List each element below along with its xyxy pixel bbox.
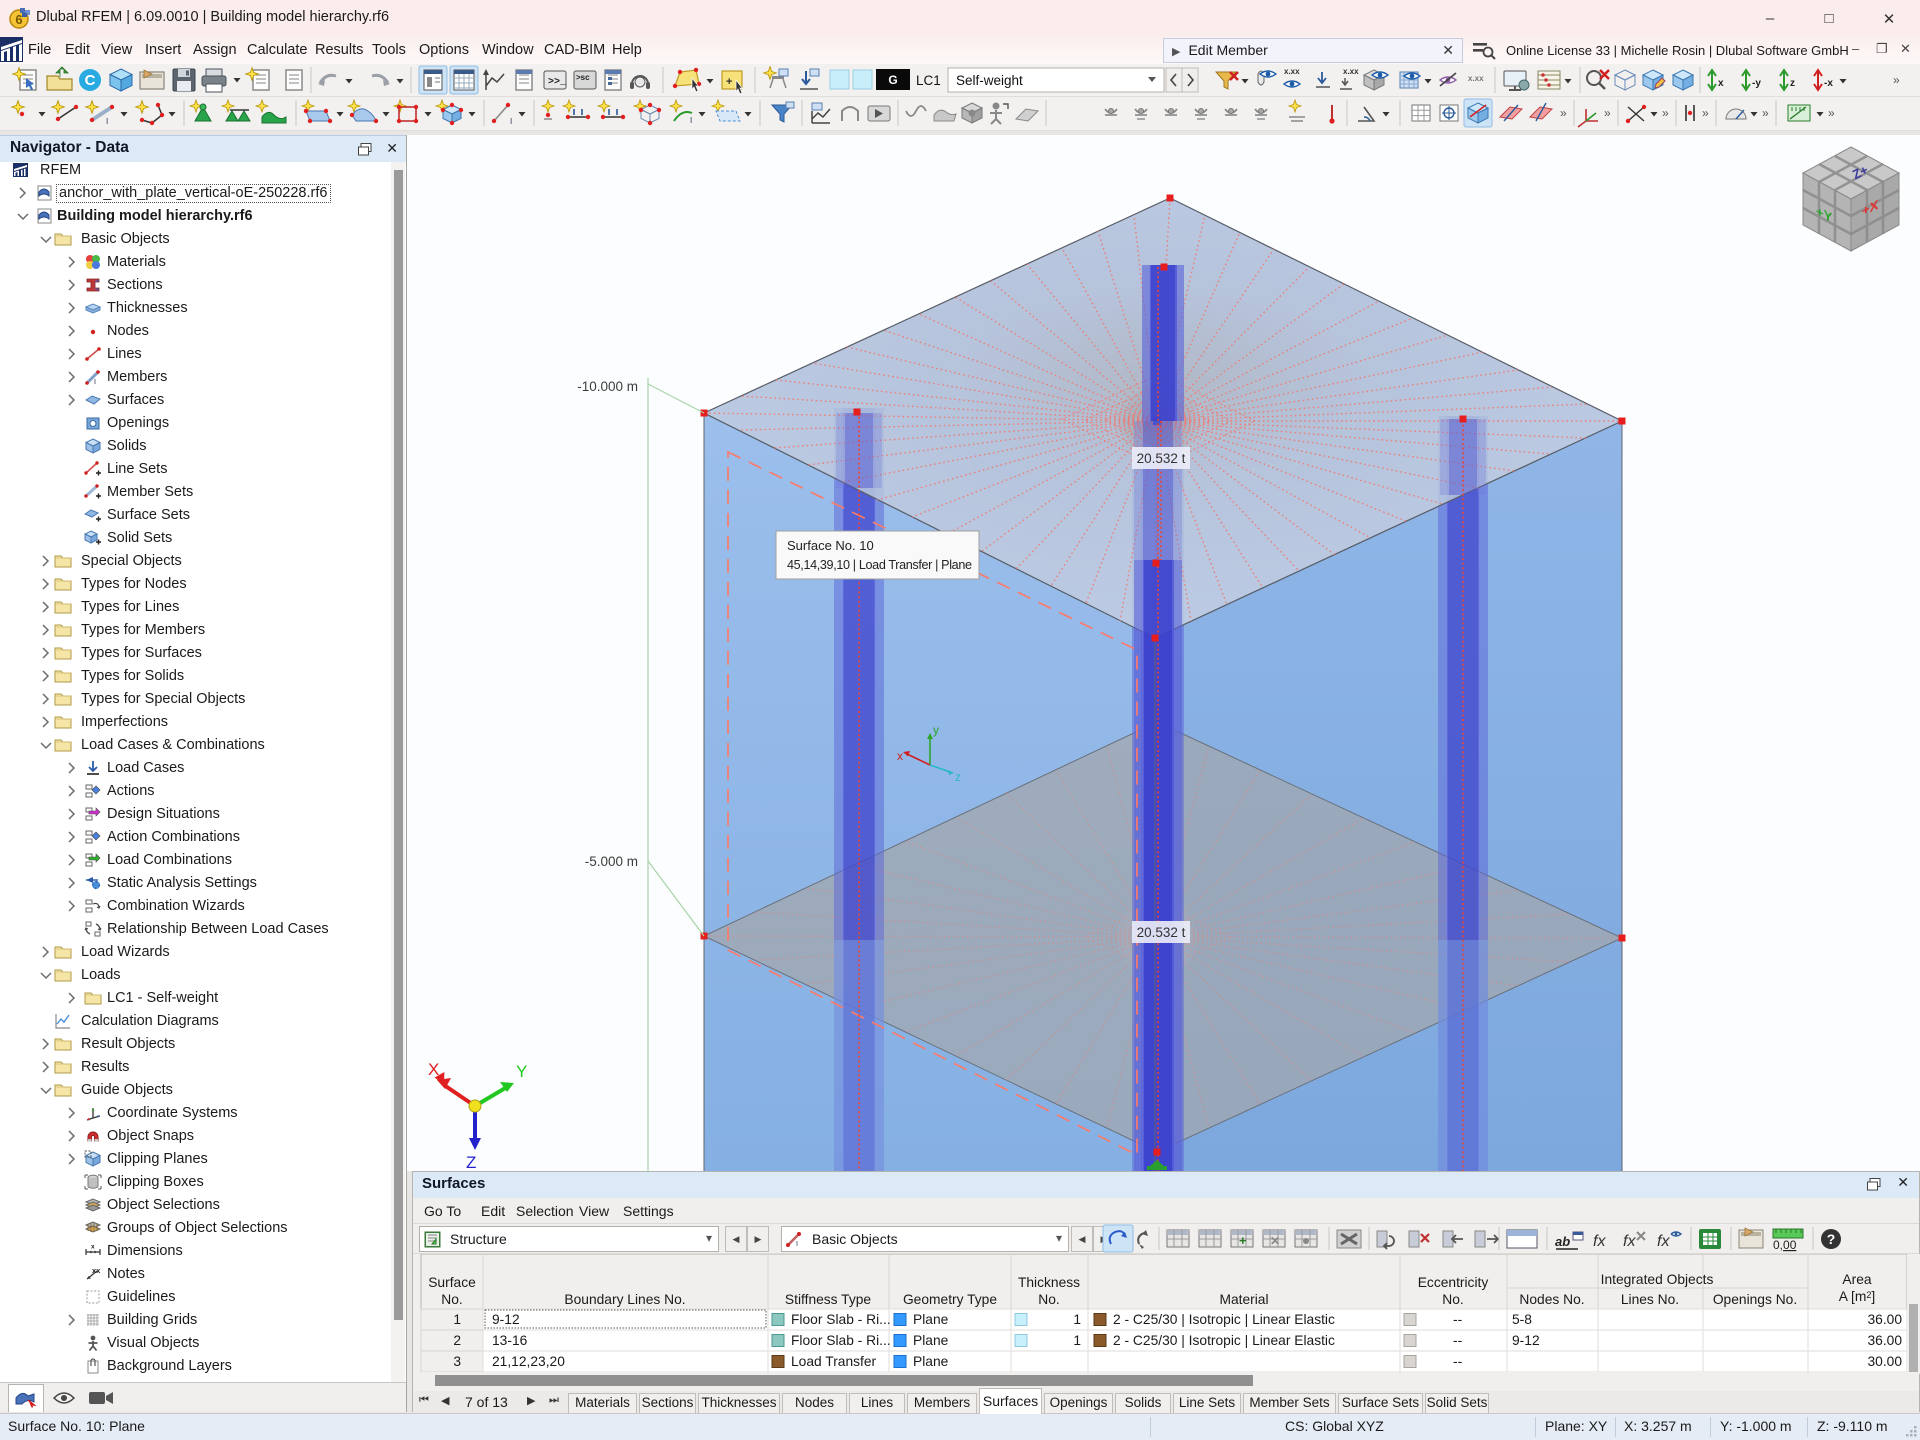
svg-text:z: z — [955, 770, 961, 784]
svg-text:»: » — [1762, 106, 1769, 120]
svg-text:»: » — [1560, 106, 1567, 120]
svg-text:Eccentricity: Eccentricity — [1418, 1275, 1489, 1290]
svg-text:>>_: >>_ — [548, 77, 567, 88]
svg-text:x: x — [1718, 78, 1724, 89]
svg-text:I: I — [796, 1241, 798, 1248]
svg-text:ab: ab — [1555, 1234, 1570, 1249]
svg-text:Stiffness Type: Stiffness Type — [785, 1292, 871, 1307]
svg-text:LC1: LC1 — [916, 73, 941, 88]
svg-text:Self-weight: Self-weight — [956, 73, 1023, 88]
svg-text:»: » — [1702, 106, 1709, 120]
svg-text:x.xx: x.xx — [1343, 67, 1359, 76]
svg-text:--: -- — [1453, 1354, 1462, 1369]
svg-text:xx: xx — [92, 1266, 101, 1275]
svg-text:Y: Y — [516, 1062, 527, 1081]
svg-text:?: ? — [1827, 1231, 1836, 1247]
svg-text:Surface No. 10: Surface No. 10 — [787, 538, 874, 553]
svg-text:9-12: 9-12 — [492, 1312, 520, 1327]
svg-text:fx: fx — [1657, 1233, 1670, 1250]
svg-text:-10.000 m: -10.000 m — [577, 379, 638, 394]
svg-text:Surface: Surface — [428, 1275, 476, 1290]
svg-text:20.532 t: 20.532 t — [1137, 451, 1186, 466]
svg-text:2 - C25/30 | Isotropic | Linea: 2 - C25/30 | Isotropic | Linear Elastic — [1113, 1312, 1335, 1327]
svg-text:✕: ✕ — [1270, 1234, 1280, 1248]
svg-text:Plane: Plane — [913, 1333, 949, 1348]
svg-text:21,12,23,20: 21,12,23,20 — [492, 1354, 565, 1369]
svg-text:45,14,39,10 | Load Transfer |: 45,14,39,10 | Load Transfer | Plane — [787, 558, 972, 572]
svg-text:I: I — [94, 379, 96, 386]
svg-text:13-16: 13-16 — [492, 1333, 528, 1348]
svg-text:6: 6 — [15, 12, 22, 27]
svg-text:x: x — [91, 1244, 95, 1251]
svg-text:>sc: >sc — [576, 73, 590, 82]
svg-text:Geometry Type: Geometry Type — [903, 1292, 997, 1307]
svg-text:2: 2 — [453, 1333, 461, 1348]
svg-text:No.: No. — [441, 1292, 462, 1307]
svg-text:Plane: Plane — [913, 1312, 949, 1327]
svg-text:Openings No.: Openings No. — [1713, 1292, 1797, 1307]
svg-text:20.532 t: 20.532 t — [1137, 925, 1186, 940]
svg-text:»: » — [1893, 73, 1900, 87]
svg-text:»: » — [1604, 106, 1611, 120]
svg-text:Z: Z — [466, 1153, 476, 1171]
svg-text:Lines No.: Lines No. — [1621, 1292, 1679, 1307]
svg-text:x.xx: x.xx — [1468, 74, 1484, 83]
svg-text:Area: Area — [1842, 1272, 1871, 1287]
svg-text:»: » — [1662, 106, 1669, 120]
svg-text:1: 1 — [1073, 1312, 1081, 1327]
svg-text:+: + — [726, 76, 732, 88]
svg-text:Plane: Plane — [913, 1354, 949, 1369]
svg-text:X: X — [428, 1060, 439, 1079]
svg-text:--: -- — [1453, 1333, 1462, 1348]
svg-text:30.00: 30.00 — [1867, 1354, 1902, 1369]
svg-text:Integrated Objects: Integrated Objects — [1601, 1272, 1714, 1287]
svg-text:Thickness: Thickness — [1018, 1275, 1080, 1290]
svg-text:--: -- — [1453, 1312, 1462, 1327]
svg-text:x.xx: x.xx — [1284, 67, 1300, 76]
svg-text:3: 3 — [453, 1354, 461, 1369]
svg-text:Material: Material — [1219, 1292, 1268, 1307]
svg-text:-x: -x — [1824, 78, 1833, 89]
svg-text:-y: -y — [1752, 78, 1761, 89]
svg-text:+: + — [1239, 1233, 1247, 1248]
svg-text:No.: No. — [1038, 1292, 1059, 1307]
svg-text:z: z — [1790, 78, 1795, 89]
svg-text:I: I — [106, 117, 108, 126]
svg-text:1: 1 — [453, 1312, 461, 1327]
svg-text:36.00: 36.00 — [1867, 1312, 1902, 1327]
svg-text:I: I — [510, 117, 512, 126]
svg-text:Nodes No.: Nodes No. — [1519, 1292, 1584, 1307]
svg-text:-5.000 m: -5.000 m — [585, 854, 638, 869]
svg-text:Floor Slab - Ri...: Floor Slab - Ri... — [791, 1312, 891, 1327]
svg-text:»: » — [1828, 106, 1835, 120]
svg-text:9-12: 9-12 — [1512, 1333, 1540, 1348]
svg-text:C: C — [85, 72, 96, 89]
svg-text:Boundary Lines No.: Boundary Lines No. — [564, 1292, 685, 1307]
svg-text:36.00: 36.00 — [1867, 1333, 1902, 1348]
svg-text:Load Transfer: Load Transfer — [791, 1354, 877, 1369]
svg-text:2 - C25/30 | Isotropic | Linea: 2 - C25/30 | Isotropic | Linear Elastic — [1113, 1333, 1335, 1348]
svg-text:fx: fx — [1593, 1233, 1606, 1250]
svg-text:fx: fx — [1623, 1233, 1636, 1250]
svg-text:G: G — [888, 73, 897, 87]
svg-text:No.: No. — [1442, 1292, 1463, 1307]
svg-text:1: 1 — [1073, 1333, 1081, 1348]
svg-text:5-8: 5-8 — [1512, 1312, 1532, 1327]
svg-text:x: x — [897, 749, 903, 763]
svg-text:y: y — [933, 723, 939, 737]
svg-text:I: I — [690, 116, 692, 125]
svg-text:0,00: 0,00 — [1773, 1238, 1797, 1252]
svg-text:Floor Slab - Ri...: Floor Slab - Ri... — [791, 1333, 891, 1348]
